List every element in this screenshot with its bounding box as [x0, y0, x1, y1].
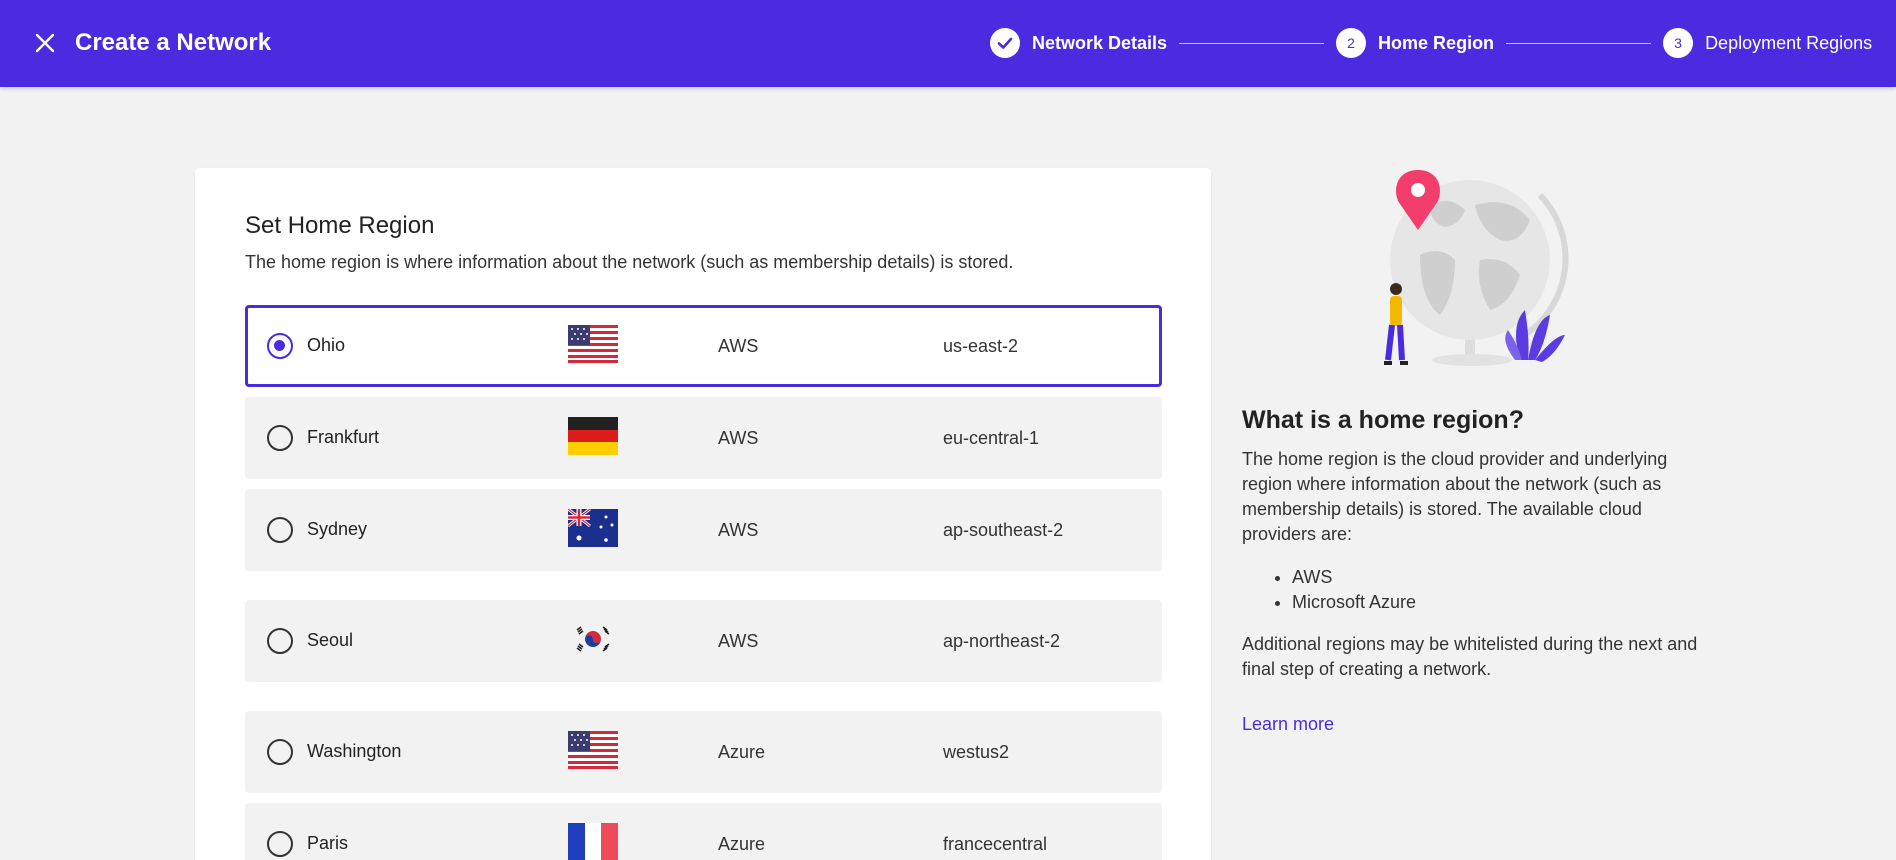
radio-button[interactable] — [267, 739, 293, 765]
provider-label: AWS — [718, 631, 759, 651]
step-network-details[interactable]: Network Details — [990, 28, 1167, 58]
home-region-card: Set Home Region The home region is where… — [195, 168, 1211, 860]
provider-label: Azure — [718, 742, 766, 762]
region-code: westus2 — [943, 742, 1010, 762]
step-number: 3 — [1663, 28, 1694, 58]
step-label: Home Region — [1378, 32, 1495, 53]
region-name: Sydney — [307, 519, 368, 539]
provider-label: AWS — [718, 520, 759, 540]
card-description: The home region is where information abo… — [245, 252, 1014, 272]
info-text: The home region is the cloud provider an… — [1242, 449, 1668, 544]
step-home-region[interactable]: 2 Home Region — [1336, 28, 1494, 58]
provider-label: AWS — [718, 336, 759, 356]
france-flag-icon — [568, 823, 618, 860]
radio-button[interactable] — [267, 333, 293, 359]
step-deployment-regions[interactable]: 3 Deployment Regions — [1663, 28, 1872, 58]
list-item: AWS — [1292, 565, 1416, 590]
region-option-paris[interactable]: Paris Azure francecentral — [245, 803, 1162, 860]
stepper: Network Details 2 Home Region 3 Deployme… — [990, 28, 1872, 58]
radio-button[interactable] — [267, 628, 293, 654]
list-item: Microsoft Azure — [1292, 590, 1416, 615]
region-option-frankfurt[interactable]: Frankfurt AWS eu-central-1 — [245, 397, 1162, 479]
australia-flag-icon — [568, 509, 618, 547]
region-name: Washington — [307, 741, 402, 761]
region-option-sydney[interactable]: Sydney AWS ap-southeast-2 — [245, 489, 1162, 571]
close-button[interactable] — [30, 28, 60, 58]
region-name: Frankfurt — [307, 427, 380, 447]
us-flag-icon — [568, 731, 618, 769]
card-title: Set Home Region — [245, 212, 435, 239]
region-code: ap-northeast-2 — [943, 631, 1061, 651]
check-icon — [990, 28, 1020, 58]
step-connector — [1179, 42, 1325, 44]
region-option-ohio[interactable]: Ohio AWS us-east-2 — [245, 305, 1162, 387]
region-name: Ohio — [307, 335, 346, 355]
region-code: ap-southeast-2 — [943, 520, 1064, 540]
info-title: What is a home region? — [1242, 406, 1524, 434]
globe-illustration — [1384, 170, 1569, 366]
learn-more-link[interactable]: Learn more — [1242, 714, 1334, 735]
region-code: us-east-2 — [943, 336, 1019, 356]
provider-label: Azure — [718, 834, 766, 854]
page-title: Create a Network — [75, 29, 272, 56]
germany-flag-icon — [568, 417, 618, 455]
radio-button[interactable] — [267, 425, 293, 451]
region-code: eu-central-1 — [943, 428, 1040, 448]
close-icon — [35, 33, 55, 53]
top-bar: Create a Network Network Details 2 Home … — [0, 0, 1896, 87]
info-text-secondary: Additional regions may be whitelisted du… — [1242, 634, 1698, 679]
south-korea-flag-icon — [568, 620, 618, 658]
us-flag-icon — [568, 325, 618, 363]
step-label: Network Details — [1032, 32, 1168, 53]
step-label: Deployment Regions — [1705, 32, 1873, 53]
radio-button[interactable] — [267, 517, 293, 543]
provider-list: AWS Microsoft Azure — [1292, 565, 1416, 615]
region-code: francecentral — [943, 834, 1048, 854]
provider-label: AWS — [718, 428, 759, 448]
region-name: Paris — [307, 833, 349, 853]
region-name: Seoul — [307, 630, 354, 650]
region-option-washington[interactable]: Washington Azure westus2 — [245, 711, 1162, 793]
region-option-seoul[interactable]: Seoul AWS ap-northeast-2 — [245, 600, 1162, 682]
step-number: 2 — [1336, 28, 1367, 58]
step-connector — [1506, 42, 1652, 44]
radio-button[interactable] — [267, 831, 293, 857]
